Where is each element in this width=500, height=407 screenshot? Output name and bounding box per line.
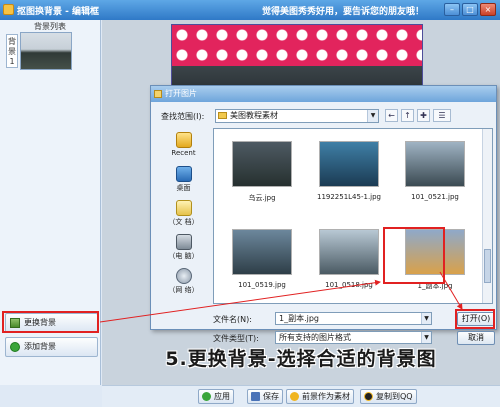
window-title: 抠图换背景 - 编辑框 [17,7,100,17]
documents-icon [175,200,192,216]
change-background-highlight [2,311,99,333]
minimize-button[interactable]: – [444,3,460,16]
file-name: 乌云.jpg [248,194,276,202]
file-name: 101_0518.jpg [325,281,373,289]
up-folder-icon[interactable]: ↑ [401,109,414,122]
selected-file-highlight [383,227,445,284]
back-icon[interactable]: ← [385,109,398,122]
slogan-link[interactable]: 觉得美图秀秀好用，要告诉您的朋友哦！ [262,4,424,17]
place-network[interactable]: （网 络） [157,266,210,302]
add-icon [10,342,20,352]
file-item[interactable]: 1192251L45-1.jpg [306,133,392,213]
file-thumbnail [405,141,465,187]
file-type-dropdown[interactable]: 所有支持的图片格式 ▼ [275,331,432,344]
chevron-down-icon[interactable]: ▼ [367,110,378,122]
file-item[interactable]: 101_0521.jpg [392,133,478,213]
file-thumbnail [232,229,292,275]
look-in-dropdown[interactable]: 美图教程素材 ▼ [215,109,379,123]
place-computer[interactable]: （电 脑） [157,232,210,268]
folder-icon [218,112,227,119]
file-name: 101_0519.jpg [238,281,286,289]
file-type-label: 文件类型(T): [213,334,259,343]
file-name-label: 文件名(N): [213,315,252,324]
star-icon [290,392,299,401]
places-bar: Recent 桌面 （文 档） （电 脑） （网 络） [157,128,210,298]
save-button[interactable]: 保存 [247,389,283,404]
open-button-highlight [455,309,495,329]
place-computer-label: （电 脑） [168,252,199,260]
network-icon [175,268,192,284]
look-in-value: 美图教程素材 [230,111,278,120]
dialog-title-bar: 打开图片 [151,86,496,102]
place-network-label: （网 络） [168,286,199,294]
scrollbar-thumb[interactable] [484,249,491,283]
save-label: 保存 [263,392,279,401]
place-desktop[interactable]: 桌面 [157,164,210,200]
background-tab-1[interactable]: 背景1 [6,34,18,68]
vertical-scrollbar[interactable] [482,129,492,303]
chevron-down-icon[interactable]: ▼ [421,332,431,343]
place-documents[interactable]: （文 档） [157,198,210,234]
file-name: 101_0521.jpg [411,193,459,201]
bottom-toolbar: 应用 保存 前景作为素材 复制到QQ [102,385,500,407]
maximize-button[interactable]: □ [462,3,478,16]
view-menu-icon[interactable]: ☰ [433,109,451,122]
background-thumbnail[interactable] [20,32,72,70]
file-item[interactable]: 101_0519.jpg [219,221,305,301]
place-recent-label: Recent [171,149,196,157]
file-thumbnail [319,141,379,187]
copy-to-qq-button[interactable]: 复制到QQ [360,389,417,404]
title-bar: 抠图换背景 - 编辑框 觉得美图秀秀好用，要告诉您的朋友哦！ – □ × [0,0,500,20]
file-name: 1192251L45-1.jpg [316,193,382,201]
add-background-label: 添加背景 [24,342,56,351]
apply-button[interactable]: 应用 [198,389,234,404]
chevron-down-icon[interactable]: ▼ [421,313,431,324]
recent-folder-icon [175,132,192,148]
computer-icon [175,234,192,250]
dialog-icon [154,90,162,98]
file-type-value: 所有支持的图片格式 [279,333,351,342]
file-list: 乌云.jpg 1192251L45-1.jpg 101_0521.jpg 101_05… [213,128,493,304]
file-name-input[interactable]: 1_副本.jpg ▼ [275,312,432,325]
file-thumbnail [319,229,379,275]
file-item[interactable]: 乌云.jpg [219,133,305,213]
apply-label: 应用 [214,392,230,401]
look-in-label: 查找范围(I): [161,112,205,121]
place-recent[interactable]: Recent [157,130,210,166]
desktop-icon [175,166,192,182]
dialog-title: 打开图片 [165,89,197,98]
add-background-button[interactable]: 添加背景 [5,337,98,357]
cancel-button[interactable]: 取消 [457,331,495,345]
app-icon [3,4,14,15]
new-folder-icon[interactable]: ✚ [417,109,430,122]
place-desktop-label: 桌面 [176,184,191,192]
save-as-material-button[interactable]: 前景作为素材 [286,389,354,404]
file-thumbnail [232,141,292,187]
open-image-dialog: 打开图片 查找范围(I): 美图教程素材 ▼ ← ↑ ✚ ☰ Recent 桌面… [150,85,497,345]
qq-icon [364,392,373,401]
check-icon [202,392,211,401]
copy-to-qq-label: 复制到QQ [376,392,413,401]
file-item[interactable]: 101_0518.jpg [306,221,392,301]
place-documents-label: （文 档） [168,218,199,226]
close-button[interactable]: × [480,3,496,16]
file-name-value: 1_副本.jpg [279,314,320,323]
step-caption: 5.更换背景-选择合适的背景图 [165,348,437,370]
save-icon [251,392,260,401]
save-as-material-label: 前景作为素材 [302,392,350,401]
